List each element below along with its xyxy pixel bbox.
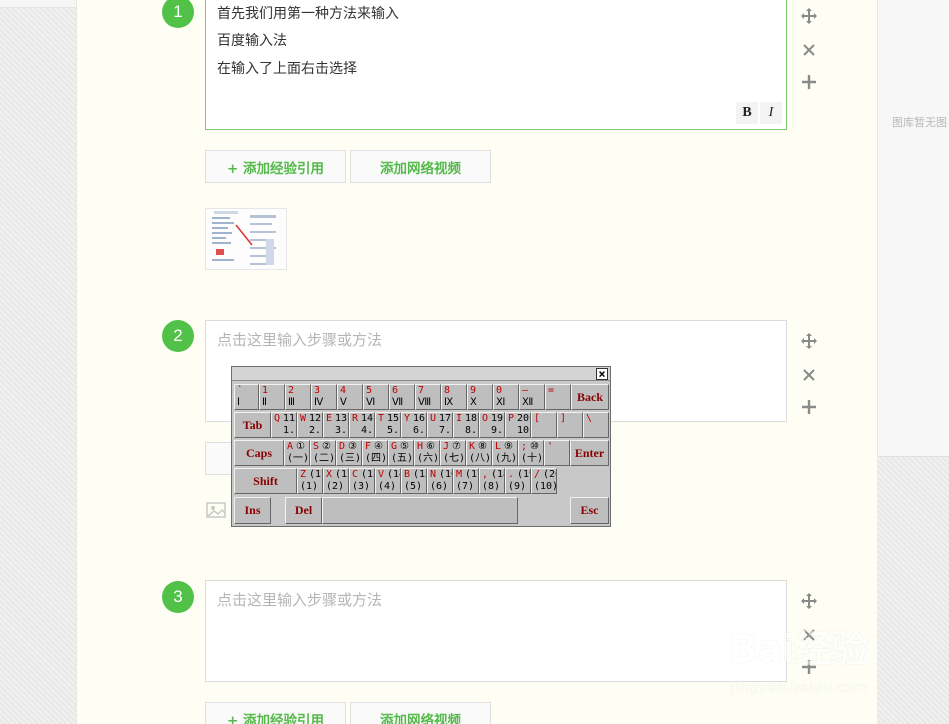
enter-key[interactable]: Enter	[570, 440, 609, 466]
bold-button[interactable]: B	[736, 102, 758, 124]
keyboard-key[interactable]: N(16)(6)	[427, 468, 453, 494]
step-3-placeholder: 点击这里输入步骤或方法	[217, 591, 383, 609]
keyboard-key[interactable]: ` Ⅰ	[234, 384, 259, 410]
image-upload-icon[interactable]	[206, 501, 228, 519]
keyboard-key[interactable]: F ④ (四)	[362, 440, 388, 466]
keyboard-key[interactable]: 0Ⅺ	[493, 384, 519, 410]
keyboard-key[interactable]: H ⑥ (六)	[414, 440, 440, 466]
keyboard-key[interactable]: 8Ⅸ	[441, 384, 467, 410]
step-1-editor[interactable]: 首先我们用第一种方法来输入 百度输入法 在输入了上面右击选择 B I	[205, 0, 787, 130]
keyboard-key[interactable]: C(13)(3)	[349, 468, 375, 494]
move-icon[interactable]	[799, 6, 819, 26]
left-topbar	[0, 0, 76, 8]
gallery-empty-text: 图库暂无图	[892, 116, 947, 129]
keyboard-key[interactable]: 1Ⅱ	[259, 384, 285, 410]
watermark-logo: Bai经验	[729, 627, 869, 671]
step-image-thumbnail[interactable]	[205, 208, 287, 270]
keyboard-key[interactable]: 4Ⅴ	[337, 384, 363, 410]
step-1-text-line: 百度输入法	[217, 33, 287, 49]
keyboard-key[interactable]: S ② (二)	[310, 440, 336, 466]
keyboard-key[interactable]: A ① (一)	[284, 440, 310, 466]
keyboard-key[interactable]: \	[583, 412, 609, 438]
keyboard-key[interactable]: D ③ (三)	[336, 440, 362, 466]
keyboard-key[interactable]: 6Ⅶ	[389, 384, 415, 410]
keyboard-key[interactable]: 7Ⅷ	[415, 384, 441, 410]
step-1-text-line: 在输入了上面右击选择	[217, 61, 357, 77]
keyboard-key[interactable]: G ⑤ (五)	[388, 440, 414, 466]
add-video-button[interactable]: 添加网络视频	[350, 150, 491, 183]
add-step-icon[interactable]	[799, 72, 819, 92]
keyboard-key[interactable]: .(19)(9)	[505, 468, 531, 494]
keyboard-key[interactable]: B(15)(5)	[401, 468, 427, 494]
step-number-badge: 3	[162, 581, 194, 613]
keyboard-key[interactable]: M(17)(7)	[453, 468, 479, 494]
keyboard-key[interactable]: ; ⑩ (十)	[518, 440, 544, 466]
watermark-domain: jingyan.baidu.com	[731, 680, 869, 696]
delete-icon[interactable]	[799, 365, 819, 385]
space-key[interactable]	[322, 497, 518, 524]
keyboard-key[interactable]: P20.10.	[505, 412, 531, 438]
italic-button[interactable]: I	[760, 102, 782, 124]
keyboard-key[interactable]: Z(1)(1)	[297, 468, 323, 494]
close-icon[interactable]: ×	[596, 368, 608, 380]
keyboard-key[interactable]: =	[545, 384, 571, 410]
keyboard-key[interactable]: K ⑧ (八)	[466, 440, 492, 466]
keyboard-key[interactable]: Y16.6.	[401, 412, 427, 438]
tab-key[interactable]: Tab	[234, 412, 271, 438]
keyboard-key[interactable]: 5Ⅵ	[363, 384, 389, 410]
baidu-jingyan-watermark: Bai经验 jingyan.baidu.com	[729, 618, 929, 708]
keyboard-key[interactable]: ,(18)(8)	[479, 468, 505, 494]
keyboard-key[interactable]: 3Ⅳ	[311, 384, 337, 410]
soft-keyboard: × ` Ⅰ 1Ⅱ 2Ⅲ 3Ⅳ 4Ⅴ 5Ⅵ 6Ⅶ 7Ⅷ 8Ⅸ 9Ⅹ 0Ⅺ – Ⅻ = …	[231, 366, 611, 527]
keyboard-key[interactable]: O19.9.	[479, 412, 505, 438]
add-step-icon[interactable]	[799, 397, 819, 417]
backspace-key[interactable]: Back	[571, 384, 609, 410]
keyboard-key[interactable]: W12.2.	[297, 412, 323, 438]
keyboard-key[interactable]: U17.7.	[427, 412, 453, 438]
keyboard-key[interactable]: /(20)(10)	[531, 468, 557, 494]
add-reference-button[interactable]: + 添加经验引用	[205, 702, 346, 724]
add-video-button[interactable]: 添加网络视频	[350, 702, 491, 724]
move-icon[interactable]	[799, 591, 819, 611]
delete-key[interactable]: Del	[285, 497, 322, 524]
keyboard-key[interactable]: '	[544, 440, 570, 466]
delete-icon[interactable]	[799, 40, 819, 60]
insert-key[interactable]: Ins	[234, 497, 271, 524]
keyboard-key[interactable]: J ⑦ (七)	[440, 440, 466, 466]
keyboard-key[interactable]: R14.4.	[349, 412, 375, 438]
add-reference-button[interactable]: + 添加经验引用	[205, 150, 346, 183]
keyboard-key[interactable]: T15.5.	[375, 412, 401, 438]
keyboard-key[interactable]: 9Ⅹ	[467, 384, 493, 410]
keyboard-key[interactable]: V(14)(4)	[375, 468, 401, 494]
keyboard-key[interactable]: L ⑨ (九)	[492, 440, 518, 466]
keyboard-key[interactable]: I18.8.	[453, 412, 479, 438]
caps-lock-key[interactable]: Caps	[234, 440, 284, 466]
step-number-badge: 2	[162, 320, 194, 352]
keyboard-key[interactable]: X(12)(2)	[323, 468, 349, 494]
keyboard-key[interactable]: E13.3.	[323, 412, 349, 438]
keyboard-key[interactable]: Q11.1.	[271, 412, 297, 438]
step-1-text-line: 首先我们用第一种方法来输入	[217, 6, 399, 22]
step-2-placeholder: 点击这里输入步骤或方法	[217, 331, 383, 349]
step-3-editor[interactable]: 点击这里输入步骤或方法	[205, 580, 787, 682]
keyboard-key[interactable]: – Ⅻ	[519, 384, 545, 410]
keyboard-key[interactable]: 2Ⅲ	[285, 384, 311, 410]
keyboard-key[interactable]: ]	[557, 412, 583, 438]
keyboard-key[interactable]: [	[531, 412, 557, 438]
escape-key[interactable]: Esc	[570, 497, 609, 524]
gallery-panel: 图库暂无图	[877, 0, 949, 457]
move-icon[interactable]	[799, 331, 819, 351]
shift-key[interactable]: Shift	[234, 468, 297, 494]
soft-keyboard-titlebar[interactable]: ×	[232, 367, 610, 381]
